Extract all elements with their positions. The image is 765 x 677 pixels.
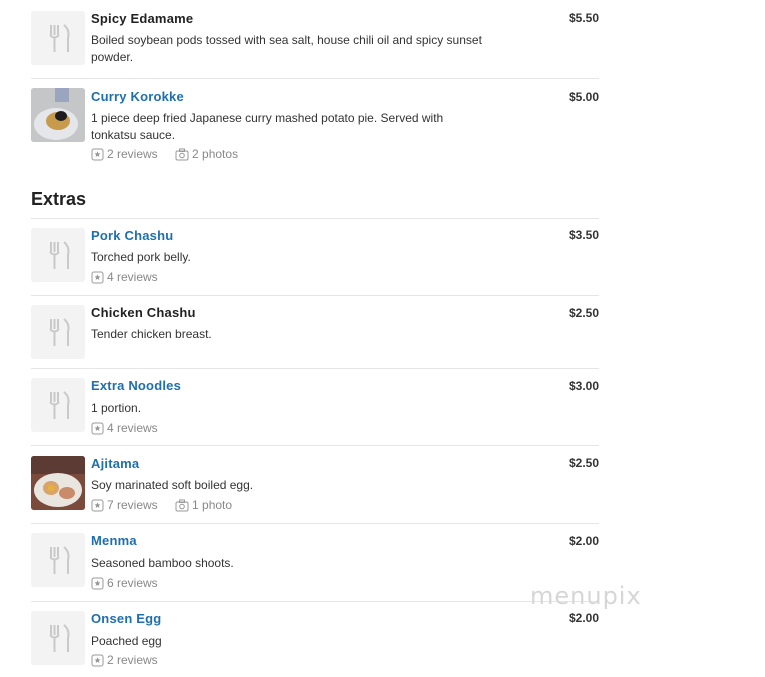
reviews-count: 4 reviews: [107, 270, 158, 284]
reviews-link[interactable]: 4 reviews: [91, 270, 158, 284]
item-title-link[interactable]: Onsen Egg: [91, 611, 161, 626]
item-price: $2.50: [568, 306, 599, 320]
reviews-count: 4 reviews: [107, 421, 158, 435]
reviews-count: 6 reviews: [107, 576, 158, 590]
reviews-link[interactable]: 2 reviews: [91, 147, 158, 161]
food-photo[interactable]: [31, 88, 85, 142]
food-photo[interactable]: [31, 456, 85, 510]
item-title-link[interactable]: Pork Chashu: [91, 228, 173, 243]
star-badge-icon: [91, 422, 104, 434]
item-description: Boiled soybean pods tossed with sea salt…: [91, 33, 482, 64]
item-meta: 4 reviews: [91, 421, 172, 438]
reviews-link[interactable]: 2 reviews: [91, 653, 158, 667]
star-badge-icon: [91, 148, 104, 160]
camera-icon: [175, 148, 189, 160]
utensils-icon: [31, 228, 85, 282]
item-description: Soy marinated soft boiled egg.: [91, 478, 254, 492]
star-badge-icon: [91, 499, 104, 511]
menu-item: Chicken Chashu $2.50 Tender chicken brea…: [31, 296, 599, 369]
item-title: Spicy Edamame: [91, 11, 194, 26]
photos-link[interactable]: 1 photo: [175, 498, 232, 512]
item-description: 1 piece deep fried Japanese curry mashed…: [91, 111, 444, 142]
menu-item: Ajitama $2.50 Soy marinated soft boiled …: [31, 446, 599, 524]
utensils-icon: [31, 533, 85, 587]
photos-link[interactable]: 2 photos: [175, 147, 238, 161]
item-description: Tender chicken breast.: [91, 327, 212, 341]
menu-item: Pork Chashu $3.50 Torched pork belly. 4 …: [31, 219, 599, 296]
menu-item: Spicy Edamame $5.50 Boiled soybean pods …: [31, 0, 599, 79]
item-description: Torched pork belly.: [91, 250, 191, 264]
utensils-icon: [31, 11, 85, 65]
star-badge-icon: [91, 577, 104, 589]
reviews-count: 7 reviews: [107, 498, 158, 512]
item-price: $5.50: [568, 11, 599, 25]
item-title-link[interactable]: Menma: [91, 533, 137, 548]
reviews-link[interactable]: 6 reviews: [91, 576, 158, 590]
reviews-count: 2 reviews: [107, 653, 158, 667]
star-badge-icon: [91, 654, 104, 666]
reviews-link[interactable]: 7 reviews: [91, 498, 158, 512]
item-title-link[interactable]: Ajitama: [91, 456, 139, 471]
photos-count: 1 photo: [192, 498, 233, 512]
item-meta: 4 reviews: [91, 270, 172, 287]
item-price: $2.00: [568, 611, 599, 625]
item-price: $2.50: [568, 456, 599, 470]
item-description: 1 portion.: [91, 401, 142, 415]
menu-item: Menma $2.00 Seasoned bamboo shoots. 6 re…: [31, 524, 599, 602]
menu-item: Onsen Egg $2.00 Poached egg 2 reviews: [31, 602, 599, 677]
star-badge-icon: [91, 271, 104, 283]
photos-count: 2 photos: [192, 147, 239, 161]
item-price: $3.50: [568, 228, 599, 242]
reviews-count: 2 reviews: [107, 147, 158, 161]
camera-icon: [175, 499, 189, 511]
menu-item: Extra Noodles $3.00 1 portion. 4 reviews: [31, 369, 599, 446]
section-title: Extras: [31, 189, 87, 209]
item-meta: 6 reviews: [91, 576, 172, 593]
item-meta: 2 reviews: [91, 653, 172, 670]
utensils-icon: [31, 611, 85, 665]
item-description: Poached egg: [91, 634, 162, 648]
item-description: Seasoned bamboo shoots.: [91, 556, 234, 570]
reviews-link[interactable]: 4 reviews: [91, 421, 158, 435]
item-meta: 2 reviews 2 photos: [91, 147, 252, 164]
utensils-icon: [31, 305, 85, 359]
item-title-link[interactable]: Extra Noodles: [91, 378, 181, 393]
item-price: $3.00: [568, 379, 599, 393]
item-title: Chicken Chashu: [91, 305, 196, 320]
utensils-icon: [31, 378, 85, 432]
watermark-logo: menupix: [530, 582, 642, 610]
item-price: $5.00: [568, 90, 599, 104]
item-price: $2.00: [568, 534, 599, 548]
item-meta: 7 reviews 1 photo: [91, 498, 246, 515]
item-title-link[interactable]: Curry Korokke: [91, 89, 184, 104]
menu-item: Curry Korokke $5.00 1 piece deep fried J…: [31, 79, 599, 169]
